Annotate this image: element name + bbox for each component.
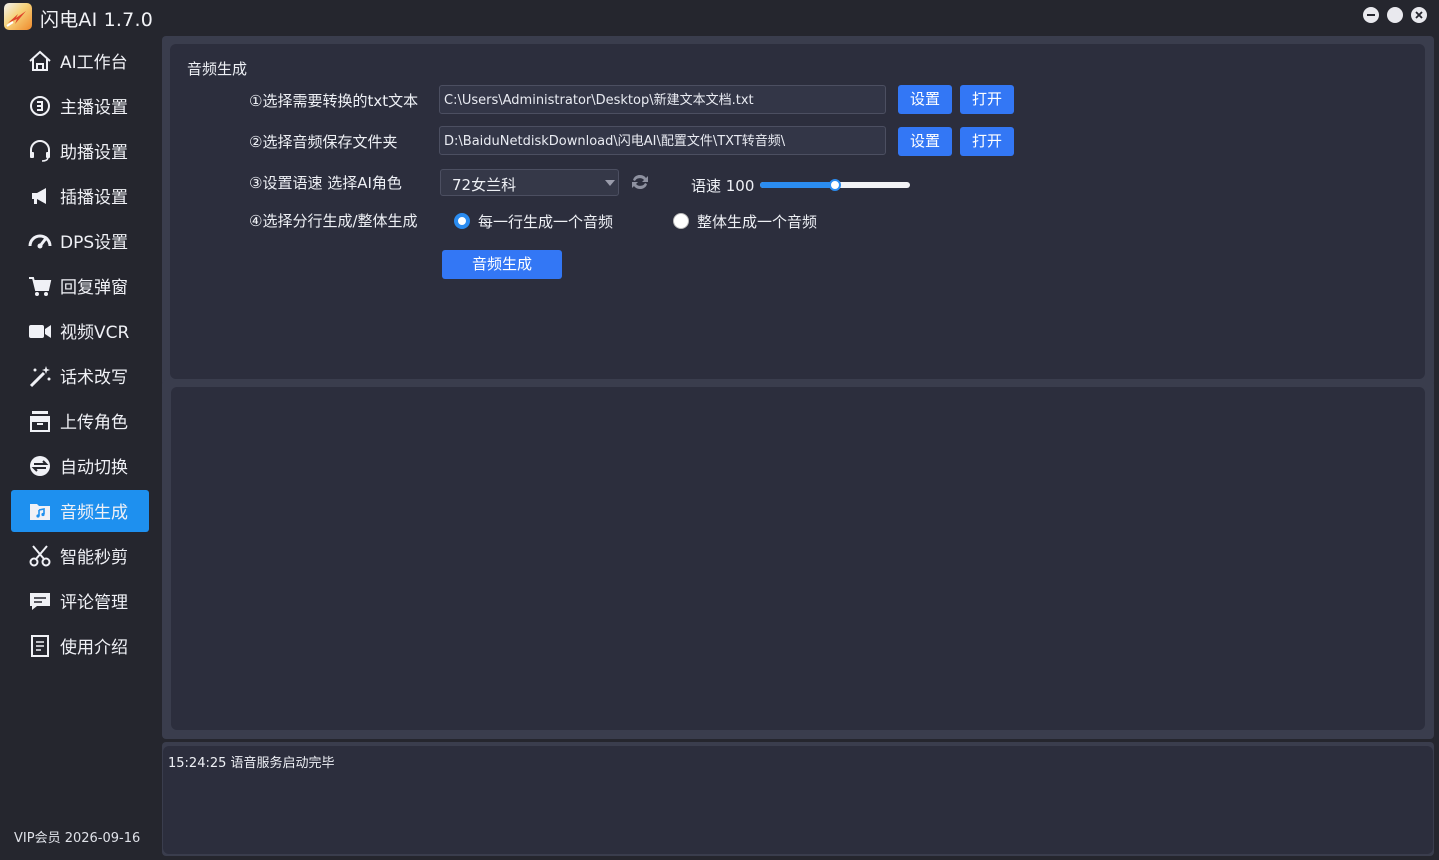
speed-slider-handle[interactable]	[829, 179, 841, 191]
document-icon	[31, 635, 49, 657]
save-folder-path-input[interactable]: D:\BaiduNetdiskDownload\闪电AI\配置文件\TXT转音频…	[439, 126, 886, 155]
anchor-icon	[30, 96, 50, 116]
sidebar-item-reply-popup[interactable]: 回复弹窗	[11, 265, 149, 307]
chevron-down-icon	[605, 180, 615, 186]
save-folder-open-button[interactable]: 打开	[960, 127, 1014, 156]
archive-box-icon	[30, 411, 50, 432]
cart-icon	[29, 277, 52, 296]
scissors-icon	[29, 545, 51, 567]
voice-select[interactable]: 72女兰科	[440, 169, 619, 196]
refresh-icon[interactable]	[629, 172, 651, 192]
sidebar-item-label: 上传角色	[60, 413, 128, 433]
sidebar-item-auto-switch[interactable]: 自动切换	[11, 445, 149, 487]
log-line: 15:24:25 语音服务启动完毕	[168, 756, 335, 771]
music-folder-icon	[30, 504, 50, 520]
sidebar-item-label: 自动切换	[60, 458, 128, 478]
switch-icon	[30, 456, 50, 476]
sidebar-item-comment-management[interactable]: 评论管理	[11, 580, 149, 622]
home-icon	[29, 50, 51, 71]
txt-file-set-button[interactable]: 设置	[898, 85, 952, 114]
txt-file-label: ①选择需要转换的txt文本	[249, 92, 419, 110]
whole-radio-label[interactable]: 整体生成一个音频	[697, 211, 817, 232]
sidebar-item-video-vcr[interactable]: 视频VCR	[11, 310, 149, 352]
sidebar-item-label: 音频生成	[60, 503, 128, 523]
sidebar-item-label: 主播设置	[60, 98, 128, 118]
sidebar-item-audio-generation[interactable]: 音频生成	[11, 490, 149, 532]
speed-slider-fill	[760, 182, 835, 188]
per-line-radio-label[interactable]: 每一行生成一个音频	[478, 211, 613, 232]
log-panel[interactable]	[163, 746, 1433, 854]
sidebar-item-label: 使用介绍	[60, 638, 128, 658]
voice-select-value: 72女兰科	[452, 176, 517, 194]
headset-icon	[30, 140, 50, 162]
title-bar: 闪电AI 1.7.0	[0, 0, 1439, 32]
comment-icon	[30, 593, 50, 610]
close-icon[interactable]	[1411, 7, 1427, 23]
sidebar-item-smart-cut[interactable]: 智能秒剪	[11, 535, 149, 577]
generation-mode-label: ④选择分行生成/整体生成	[249, 212, 418, 230]
sidebar-item-label: DPS设置	[60, 233, 129, 253]
save-folder-set-button[interactable]: 设置	[898, 127, 952, 156]
txt-file-open-button[interactable]: 打开	[960, 85, 1014, 114]
gauge-icon	[28, 234, 52, 249]
generate-audio-button[interactable]: 音频生成	[442, 250, 562, 279]
txt-file-path-input[interactable]: C:\Users\Administrator\Desktop\新建文本文档.tx…	[439, 85, 886, 114]
sidebar-item-insert-settings[interactable]: 插播设置	[11, 175, 149, 217]
video-camera-icon	[29, 325, 51, 338]
app-title: 闪电AI 1.7.0	[40, 9, 153, 31]
speed-voice-label: ③设置语速 选择AI角色	[249, 174, 402, 192]
sidebar-item-usage-guide[interactable]: 使用介绍	[11, 625, 149, 667]
sidebar-item-label: 智能秒剪	[60, 548, 128, 568]
sidebar-item-label: AI工作台	[60, 53, 128, 73]
app-logo-icon	[4, 3, 32, 30]
sidebar-item-upload-role[interactable]: 上传角色	[11, 400, 149, 442]
sidebar-item-label: 助播设置	[60, 143, 128, 163]
save-folder-label: ②选择音频保存文件夹	[249, 133, 398, 151]
sidebar-item-label: 回复弹窗	[60, 278, 128, 298]
speed-slider[interactable]	[760, 179, 910, 191]
sidebar-item-label: 话术改写	[60, 368, 128, 388]
magic-wand-icon	[29, 366, 51, 388]
page-title: 音频生成	[187, 60, 248, 78]
speed-value-label: 语速 100	[691, 177, 755, 195]
sidebar-item-ai-workbench[interactable]: AI工作台	[11, 40, 149, 82]
preview-panel	[171, 387, 1425, 730]
sidebar-item-label: 插播设置	[60, 188, 128, 208]
sidebar-item-anchor-settings[interactable]: 主播设置	[11, 85, 149, 127]
sidebar-item-label: 视频VCR	[60, 323, 130, 343]
whole-radio[interactable]	[673, 213, 689, 229]
minimize-icon[interactable]	[1363, 7, 1379, 23]
sidebar: AI工作台 主播设置 助播设置 插播设置 DPS设置 回复弹窗 视频VCR 话术…	[0, 32, 155, 860]
sidebar-item-assistant-settings[interactable]: 助播设置	[11, 130, 149, 172]
per-line-radio[interactable]	[454, 213, 470, 229]
sidebar-item-script-rewrite[interactable]: 话术改写	[11, 355, 149, 397]
sidebar-item-label: 评论管理	[60, 593, 128, 613]
maximize-icon[interactable]	[1387, 7, 1403, 23]
megaphone-icon	[32, 188, 46, 204]
vip-expiry: VIP会员 2026-09-16	[14, 831, 141, 846]
sidebar-item-dps-settings[interactable]: DPS设置	[11, 220, 149, 262]
